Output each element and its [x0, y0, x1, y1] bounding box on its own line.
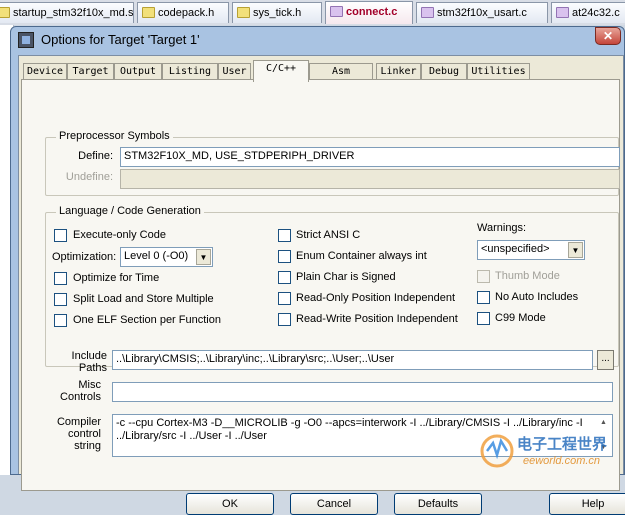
- tab-c-cpp[interactable]: C/C++: [253, 60, 309, 82]
- define-field[interactable]: STM32F10X_MD, USE_STDPERIPH_DRIVER: [120, 147, 620, 167]
- split-load-label: Split Load and Store Multiple: [73, 293, 214, 305]
- rw-position-checkbox[interactable]: [278, 313, 291, 326]
- thumb-mode-label: Thumb Mode: [495, 270, 560, 282]
- undefine-field[interactable]: [120, 169, 620, 189]
- codegen-group-label: Language / Code Generation: [56, 205, 204, 217]
- execute-only-checkbox[interactable]: [54, 229, 67, 242]
- file-tab-startup[interactable]: startup_stm32f10x_md.s: [0, 2, 134, 23]
- include-paths-field[interactable]: ..\Library\CMSIS;..\Library\inc;..\Libra…: [112, 350, 593, 370]
- plain-char-checkbox[interactable]: [278, 271, 291, 284]
- watermark-cn: 电子工程世界: [517, 435, 608, 453]
- dropdown-arrow-icon: ▼: [196, 249, 211, 265]
- option-tabs: Device Target Output Listing User C/C++ …: [21, 60, 623, 82]
- file-icon: [330, 6, 343, 17]
- ro-position-label: Read-Only Position Independent: [296, 292, 455, 304]
- no-auto-includes-label: No Auto Includes: [495, 291, 579, 303]
- dialog-client: Device Target Output Listing User C/C++ …: [18, 55, 625, 515]
- keil-app-icon: [18, 32, 34, 48]
- plain-char-label: Plain Char is Signed: [296, 271, 396, 283]
- file-tab-connect[interactable]: connect.c: [325, 1, 413, 24]
- rw-position-label: Read-Write Position Independent: [296, 313, 458, 325]
- file-icon: [421, 7, 434, 18]
- include-paths-label: Include Paths: [71, 350, 107, 374]
- ro-position-checkbox[interactable]: [278, 292, 291, 305]
- defaults-button[interactable]: Defaults: [394, 493, 482, 515]
- one-elf-checkbox[interactable]: [54, 314, 67, 327]
- preprocessor-group: Preprocessor Symbols Define: STM32F10X_M…: [45, 130, 620, 196]
- optimization-select[interactable]: Level 0 (-O0) ▼: [120, 247, 213, 267]
- optimize-time-label: Optimize for Time: [73, 272, 160, 284]
- c99-mode-checkbox[interactable]: [477, 312, 490, 325]
- strict-ansi-checkbox[interactable]: [278, 229, 291, 242]
- preprocessor-group-label: Preprocessor Symbols: [56, 130, 173, 142]
- misc-controls-label: Misc Controls: [60, 379, 101, 403]
- one-elf-label: One ELF Section per Function: [73, 314, 221, 326]
- dropdown-arrow-icon: ▼: [568, 242, 583, 258]
- misc-controls-field[interactable]: [112, 382, 613, 402]
- enum-container-label: Enum Container always int: [296, 250, 427, 262]
- warnings-label: Warnings:: [477, 222, 527, 234]
- warnings-select[interactable]: <unspecified> ▼: [477, 240, 585, 260]
- file-icon: [142, 7, 155, 18]
- execute-only-label: Execute-only Code: [73, 229, 166, 241]
- no-auto-includes-checkbox[interactable]: [477, 291, 490, 304]
- c99-mode-label: C99 Mode: [495, 312, 546, 324]
- editor-file-tabs: startup_stm32f10x_md.s codepack.h sys_ti…: [0, 0, 625, 25]
- warnings-value: <unspecified>: [481, 243, 550, 255]
- thumb-mode-checkbox[interactable]: [477, 270, 490, 283]
- codegen-group: Language / Code Generation Execute-only …: [45, 205, 619, 367]
- enum-container-checkbox[interactable]: [278, 250, 291, 263]
- watermark-en: eeworld.com.cn: [523, 455, 601, 467]
- file-tab-codepack[interactable]: codepack.h: [137, 2, 229, 23]
- ok-button[interactable]: OK: [186, 493, 274, 515]
- scroll-up-icon[interactable]: ▲: [596, 416, 611, 430]
- define-label: Define:: [78, 150, 113, 162]
- close-button[interactable]: ✕: [595, 27, 621, 45]
- browse-include-button[interactable]: ...: [597, 350, 614, 370]
- file-icon: [556, 7, 569, 18]
- optimization-label: Optimization:: [52, 251, 117, 263]
- options-dialog: Options for Target 'Target 1' ✕ Device T…: [10, 26, 625, 515]
- split-load-checkbox[interactable]: [54, 293, 67, 306]
- optimization-value: Level 0 (-O0): [124, 250, 189, 262]
- dialog-titlebar[interactable]: Options for Target 'Target 1' ✕: [11, 27, 624, 53]
- dialog-title: Options for Target 'Target 1': [41, 32, 200, 47]
- help-button[interactable]: Help: [549, 493, 625, 515]
- file-tab-sys-tick[interactable]: sys_tick.h: [232, 2, 322, 23]
- strict-ansi-label: Strict ANSI C: [296, 229, 361, 241]
- file-icon: [237, 7, 250, 18]
- compiler-control-label: Compiler control string: [56, 416, 101, 452]
- optimize-time-checkbox[interactable]: [54, 272, 67, 285]
- file-icon: [0, 7, 10, 18]
- file-tab-usart[interactable]: stm32f10x_usart.c: [416, 2, 548, 23]
- eeworld-watermark: 电子工程世界 eeworld.com.cn: [479, 429, 621, 473]
- file-tab-at24c32[interactable]: at24c32.c: [551, 2, 625, 23]
- cancel-button[interactable]: Cancel: [290, 493, 378, 515]
- undefine-label: Undefine:: [65, 171, 113, 183]
